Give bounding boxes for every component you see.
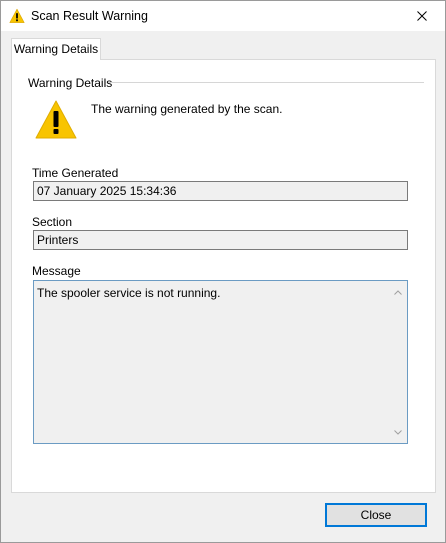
title-bar[interactable]: Scan Result Warning (1, 1, 445, 31)
warning-triangle-icon (35, 100, 77, 139)
chevron-up-icon (394, 289, 402, 295)
scroll-down-button[interactable] (392, 426, 404, 438)
dialog-window: Scan Result Warning Warning Details Warn… (0, 0, 446, 543)
message-text: The spooler service is not running. (37, 286, 221, 300)
group-label: Warning Details (28, 76, 117, 90)
group-divider (108, 82, 424, 83)
window-title: Scan Result Warning (31, 9, 148, 23)
time-generated-field[interactable]: 07 January 2025 15:34:36 (33, 181, 408, 201)
chevron-down-icon (394, 429, 402, 435)
message-textarea[interactable]: The spooler service is not running. (33, 280, 408, 444)
close-button[interactable]: Close (325, 503, 427, 527)
tab-warning-details[interactable]: Warning Details (11, 38, 101, 60)
close-window-button[interactable] (399, 1, 445, 31)
section-field[interactable]: Printers (33, 230, 408, 250)
section-label: Section (32, 215, 73, 229)
warning-description: The warning generated by the scan. (91, 102, 283, 116)
tab-panel-warning-details: Warning Details The warning generated by… (11, 59, 436, 493)
time-generated-label: Time Generated (32, 166, 119, 180)
scroll-up-button[interactable] (392, 286, 404, 298)
message-label: Message (32, 264, 81, 278)
warning-triangle-icon (9, 8, 25, 23)
close-icon (417, 11, 427, 21)
